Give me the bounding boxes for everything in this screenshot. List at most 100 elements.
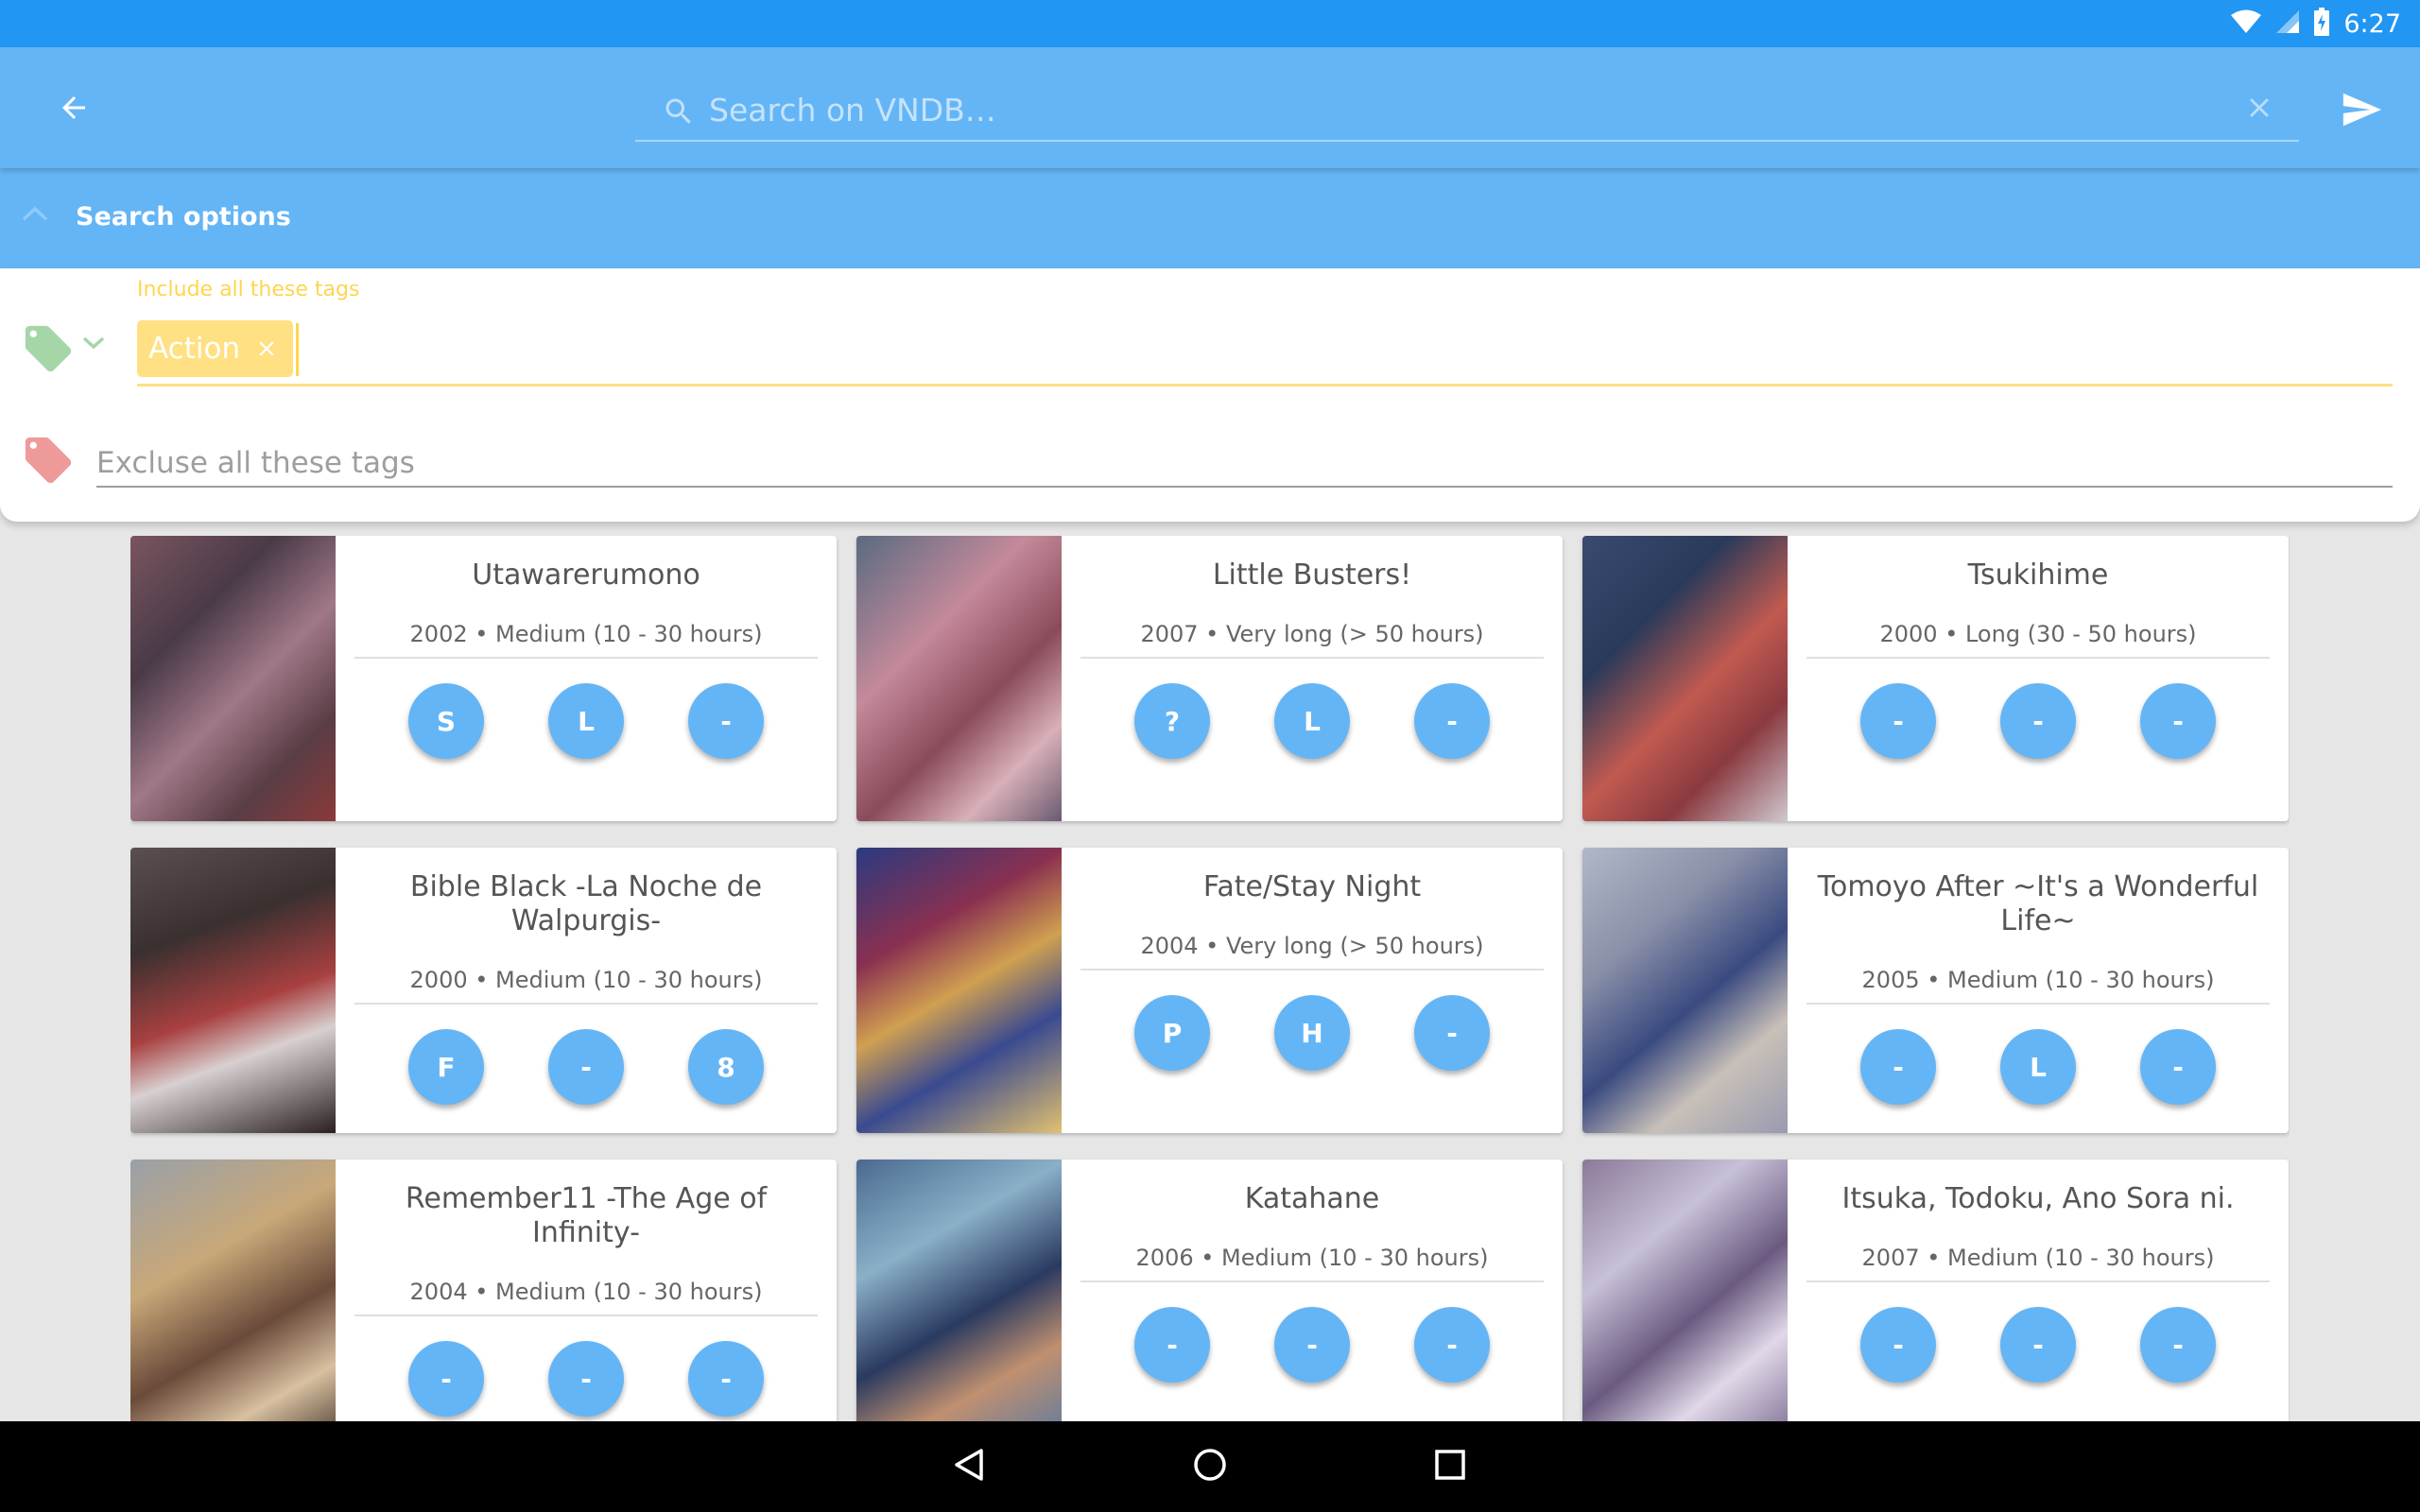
app-bar	[0, 47, 2420, 168]
novel-title: Fate/Stay Night	[1202, 870, 1422, 903]
include-tags-underline	[137, 384, 2393, 387]
novel-meta-row: 2002 • Medium (10 - 30 hours)	[354, 617, 818, 659]
cover-image	[1582, 1160, 1788, 1421]
wishlist-status-button[interactable]: H	[1274, 995, 1350, 1071]
novel-meta-row: 2007 • Medium (10 - 30 hours)	[1806, 1241, 2270, 1282]
novel-meta: 2004 • Very long (> 50 hours)	[1140, 933, 1484, 959]
vn-list-status-button[interactable]: P	[1134, 995, 1210, 1071]
nav-home-button[interactable]	[1182, 1438, 1238, 1495]
vn-list-status-button[interactable]: S	[408, 683, 484, 759]
nav-back-button[interactable]	[942, 1438, 998, 1495]
wishlist-status-button[interactable]: -	[548, 1029, 624, 1105]
novel-card[interactable]: Bible Black -La Noche de Walpurgis- 2000…	[130, 848, 837, 1133]
clock: 6:27	[2343, 9, 2401, 39]
vote-button[interactable]: -	[2140, 1307, 2216, 1383]
back-button[interactable]	[45, 81, 102, 138]
search-icon	[662, 94, 696, 132]
vn-list-status-button[interactable]: -	[1134, 1307, 1210, 1383]
home-circle-icon	[1191, 1446, 1229, 1487]
cover-image	[1582, 848, 1788, 1133]
chevron-up-icon	[21, 204, 49, 227]
wishlist-status-button[interactable]: L	[548, 683, 624, 759]
close-icon	[2243, 92, 2275, 128]
novel-meta-row: 2004 • Very long (> 50 hours)	[1080, 929, 1544, 971]
cover-image	[130, 536, 336, 821]
wishlist-status-button[interactable]: L	[1274, 683, 1350, 759]
status-icons: 6:27	[2230, 0, 2401, 47]
nav-recents-button[interactable]	[1422, 1438, 1478, 1495]
chevron-down-icon[interactable]	[81, 335, 106, 355]
vn-list-status-button[interactable]: ?	[1134, 683, 1210, 759]
vn-list-status-button[interactable]: -	[1860, 1029, 1936, 1105]
novel-card[interactable]: Itsuka, Todoku, Ano Sora ni. 2007 • Medi…	[1582, 1160, 2289, 1421]
battery-charging-icon	[2313, 8, 2330, 40]
search-options-header[interactable]: Search options	[0, 168, 2420, 268]
cover-image	[1582, 536, 1788, 821]
vote-button[interactable]: -	[1414, 683, 1490, 759]
search-input[interactable]	[709, 81, 2184, 138]
novel-card[interactable]: Katahane 2006 • Medium (10 - 30 hours) -…	[856, 1160, 1563, 1421]
vote-button[interactable]: -	[2140, 683, 2216, 759]
novel-card-body: Itsuka, Todoku, Ano Sora ni. 2007 • Medi…	[1788, 1160, 2289, 1421]
novel-card[interactable]: Tomoyo After ~It's a Wonderful Life~ 200…	[1582, 848, 2289, 1133]
novel-card-body: Little Busters! 2007 • Very long (> 50 h…	[1062, 536, 1563, 821]
submit-search-button[interactable]	[2331, 81, 2392, 142]
vote-button[interactable]: 8	[688, 1029, 764, 1105]
tag-filter-panel: Include all these tags Action	[0, 268, 2420, 522]
search-box	[635, 81, 2299, 142]
exclude-tags-input[interactable]	[96, 438, 2393, 488]
status-bar: 6:27	[0, 0, 2420, 47]
status-buttons: F - 8	[336, 1029, 837, 1105]
wishlist-status-button[interactable]: -	[2000, 1307, 2076, 1383]
vn-list-status-button[interactable]: -	[1860, 1307, 1936, 1383]
novel-card-body: Fate/Stay Night 2004 • Very long (> 50 h…	[1062, 848, 1563, 1133]
search-options-label: Search options	[76, 202, 291, 232]
text-caret	[296, 323, 299, 376]
system-nav-bar	[0, 1421, 2420, 1512]
novel-title: Katahane	[1244, 1182, 1380, 1215]
close-icon[interactable]	[253, 335, 280, 362]
status-buttons: - - -	[1062, 1307, 1563, 1383]
novel-meta-row: 2006 • Medium (10 - 30 hours)	[1080, 1241, 1544, 1282]
novel-meta-row: 2007 • Very long (> 50 hours)	[1080, 617, 1544, 659]
novel-card[interactable]: Tsukihime 2000 • Long (30 - 50 hours) - …	[1582, 536, 2289, 821]
novel-card-body: Bible Black -La Noche de Walpurgis- 2000…	[336, 848, 837, 1133]
novel-card-body: Utawarerumono 2002 • Medium (10 - 30 hou…	[336, 536, 837, 821]
novel-card[interactable]: Fate/Stay Night 2004 • Very long (> 50 h…	[856, 848, 1563, 1133]
results-grid: Utawarerumono 2002 • Medium (10 - 30 hou…	[130, 536, 2290, 1421]
novel-meta: 2005 • Medium (10 - 30 hours)	[1861, 967, 2215, 993]
wishlist-status-button[interactable]: -	[2000, 683, 2076, 759]
vote-button[interactable]: -	[688, 1341, 764, 1417]
novel-title: Tomoyo After ~It's a Wonderful Life~	[1817, 870, 2259, 937]
wishlist-status-button[interactable]: -	[548, 1341, 624, 1417]
novel-card[interactable]: Little Busters! 2007 • Very long (> 50 h…	[856, 536, 1563, 821]
novel-meta: 2006 • Medium (10 - 30 hours)	[1135, 1245, 1489, 1271]
novel-meta: 2000 • Medium (10 - 30 hours)	[409, 967, 763, 993]
vn-list-status-button[interactable]: -	[408, 1341, 484, 1417]
novel-meta-row: 2005 • Medium (10 - 30 hours)	[1806, 963, 2270, 1005]
vote-button[interactable]: -	[2140, 1029, 2216, 1105]
vn-list-status-button[interactable]: -	[1860, 683, 1936, 759]
novel-card-body: Katahane 2006 • Medium (10 - 30 hours) -…	[1062, 1160, 1563, 1421]
wishlist-status-button[interactable]: L	[2000, 1029, 2076, 1105]
novel-title: Bible Black -La Noche de Walpurgis-	[409, 870, 763, 937]
vote-button[interactable]: -	[688, 683, 764, 759]
cell-signal-icon	[2275, 9, 2300, 38]
include-tag-chip[interactable]: Action	[137, 320, 294, 377]
novel-card-body: Tomoyo After ~It's a Wonderful Life~ 200…	[1788, 848, 2289, 1133]
vote-button[interactable]: -	[1414, 995, 1490, 1071]
clear-search-button[interactable]	[2240, 91, 2278, 129]
novel-meta: 2004 • Medium (10 - 30 hours)	[409, 1279, 763, 1305]
novel-card[interactable]: Remember11 -The Age of Infinity- 2004 • …	[130, 1160, 837, 1421]
vote-button[interactable]: -	[1414, 1307, 1490, 1383]
novel-title: Itsuka, Todoku, Ano Sora ni.	[1841, 1182, 2235, 1215]
novel-meta: 2007 • Medium (10 - 30 hours)	[1861, 1245, 2215, 1271]
wishlist-status-button[interactable]: -	[1274, 1307, 1350, 1383]
include-tag-chip-label: Action	[148, 332, 241, 366]
novel-card[interactable]: Utawarerumono 2002 • Medium (10 - 30 hou…	[130, 536, 837, 821]
vn-list-status-button[interactable]: F	[408, 1029, 484, 1105]
status-buttons: - - -	[1788, 683, 2289, 759]
novel-title: Little Busters!	[1212, 558, 1412, 592]
novel-card-body: Remember11 -The Age of Infinity- 2004 • …	[336, 1160, 837, 1421]
novel-title: Tsukihime	[1967, 558, 2109, 592]
